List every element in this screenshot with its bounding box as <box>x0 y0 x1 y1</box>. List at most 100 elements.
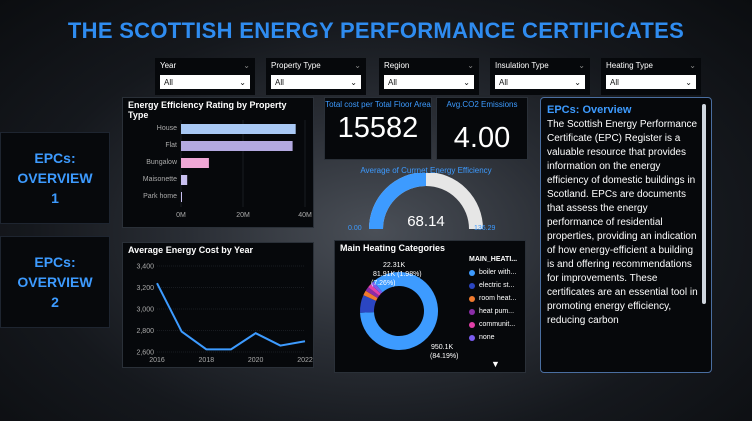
y-category-label: Flat <box>165 142 177 149</box>
legend-label: room heat... <box>479 295 517 302</box>
filter-insulation-type: Insulation Type ⌄ All ⌄ <box>490 58 590 95</box>
legend-label: heat pum... <box>479 308 515 315</box>
chevron-down-icon: ⌄ <box>685 77 692 87</box>
overview-title: EPCs: Overview <box>547 104 632 116</box>
chevron-down-icon: ⌄ <box>463 77 470 87</box>
total-cost-card: Total cost per Total Floor Area 15582 <box>324 97 432 160</box>
x-tick-label: 2022 <box>297 357 313 364</box>
cost-chart-title: Average Energy Cost by Year <box>128 245 254 255</box>
y-category-label: Park home <box>143 193 177 200</box>
overview-scrollbar[interactable] <box>702 104 706 304</box>
legend-dot <box>469 269 475 276</box>
legend-label: communit... <box>479 321 516 328</box>
filter-insulation-type-value: All <box>499 77 508 87</box>
chevron-down-icon: ⌄ <box>467 61 474 70</box>
legend-dot <box>469 295 475 302</box>
filter-region: Region ⌄ All ⌄ <box>379 58 479 95</box>
y-tick-label: 3,400 <box>136 264 154 271</box>
x-tick-label: 2016 <box>149 357 165 364</box>
filter-region-value: All <box>388 77 397 87</box>
filter-property-type-label: Property Type <box>271 61 321 70</box>
cost-line-chart: 3,400 3,200 3,000 2,800 2,6002016 2018 2020 202… <box>136 264 313 365</box>
nav-overview-2-label: EPCs: OVERVIEW 2 <box>17 254 93 310</box>
x-tick-label: 20M <box>236 212 250 219</box>
donut-slice <box>368 284 381 296</box>
filter-year-label: Year <box>160 61 177 70</box>
filter-year-value: All <box>164 77 173 87</box>
heating-legend: MAIN_HEATI... boiler with... electric st… <box>469 256 525 344</box>
overview-panel: EPCs: Overview The Scottish Energy Perfo… <box>540 97 712 373</box>
chevron-down-icon: ⌄ <box>689 61 696 70</box>
filter-year: Year ⌄ All ⌄ <box>155 58 255 95</box>
nav-overview-1[interactable]: EPCs: OVERVIEW 1 <box>0 132 110 224</box>
y-category-label: House <box>157 125 177 132</box>
heating-chart-title: Main Heating Categories <box>340 243 446 253</box>
y-tick-label: 3,200 <box>136 285 154 292</box>
heating-legend-title: MAIN_HEATI... <box>469 256 518 263</box>
chevron-down-icon: ⌄ <box>239 77 246 87</box>
legend-label: none <box>479 334 495 341</box>
y-tick-label: 3,000 <box>136 307 154 314</box>
y-tick-label: 2,600 <box>136 350 154 357</box>
rating-chart-panel[interactable]: Energy Efficiency Rating by Property Typ… <box>122 97 314 228</box>
legend-item[interactable]: electric st... <box>469 279 525 292</box>
bar <box>181 192 182 202</box>
bar <box>181 158 209 168</box>
total-cost-value: 15582 <box>337 112 419 144</box>
legend-dot <box>469 282 475 289</box>
donut-slice <box>360 295 377 313</box>
x-tick-label: 40M <box>298 212 312 219</box>
filter-property-type: Property Type ⌄ All ⌄ <box>266 58 366 95</box>
overview-text: The Scottish Energy Performance Certific… <box>547 119 698 326</box>
chevron-down-icon: ⌄ <box>243 61 250 70</box>
donut-slice <box>363 290 378 301</box>
gauge-min: 0.00 <box>348 225 362 232</box>
triangle-down-icon[interactable]: ▼ <box>491 359 500 369</box>
filter-property-type-select[interactable]: All ⌄ <box>271 75 361 89</box>
legend-item[interactable]: none <box>469 331 525 344</box>
gauge-panel[interactable]: Average of Currnet Energy Efficiency 68.… <box>324 163 528 235</box>
legend-item[interactable]: boiler with... <box>469 266 525 279</box>
series-line <box>156 282 306 351</box>
legend-dot <box>469 308 475 315</box>
bar <box>181 175 188 185</box>
x-tick-label: 0M <box>176 212 186 219</box>
co2-label: Avg.CO2 Emissions <box>446 100 518 109</box>
legend-item[interactable]: communit... <box>469 318 525 331</box>
bar <box>181 124 296 134</box>
legend-label: electric st... <box>479 282 515 289</box>
y-category-label: Bungalow <box>146 159 178 166</box>
x-tick-label: 2020 <box>248 357 264 364</box>
heating-label-big: 950.1K <box>431 344 454 351</box>
filter-heating-type: Heating Type ⌄ All ⌄ <box>601 58 701 95</box>
y-category-label: Maisonette <box>143 176 177 183</box>
page-title: THE SCOTTISH ENERGY PERFORMANCE CERTIFIC… <box>67 18 685 43</box>
filter-insulation-type-label: Insulation Type <box>495 61 549 70</box>
filter-region-label: Region <box>384 61 410 70</box>
heating-chart-panel[interactable]: Main Heating Categories 22.31K 81.91K (1… <box>334 240 526 373</box>
legend-item[interactable]: heat pum... <box>469 305 525 318</box>
legend-item[interactable]: room heat... <box>469 292 525 305</box>
chevron-down-icon: ⌄ <box>578 61 585 70</box>
total-cost-label: Total cost per Total Floor Area <box>325 100 431 109</box>
chevron-down-icon: ⌄ <box>354 61 361 70</box>
co2-value: 4.00 <box>453 122 511 154</box>
donut-slice <box>370 281 383 294</box>
gauge-value: 68.14 <box>407 213 445 230</box>
filter-property-type-value: All <box>275 77 284 87</box>
heating-label-big-pct: (84.19%) <box>430 353 459 360</box>
heating-label-l1: 81.91K (1.98%) <box>373 271 422 278</box>
filter-region-select[interactable]: All ⌄ <box>384 75 474 89</box>
filter-heating-type-select[interactable]: All ⌄ <box>606 75 696 89</box>
filter-year-select[interactable]: All ⌄ <box>160 75 250 89</box>
filter-heating-type-label: Heating Type <box>606 61 653 70</box>
bar <box>181 141 293 151</box>
legend-label: boiler with... <box>479 269 517 276</box>
rating-bar-chart: 0M 20M 40M House Flat Bungalow Maisonette Park … <box>143 120 312 219</box>
legend-dot <box>469 334 475 341</box>
filter-insulation-type-select[interactable]: All ⌄ <box>495 75 585 89</box>
nav-overview-2[interactable]: EPCs: OVERVIEW 2 <box>0 236 110 328</box>
x-tick-label: 2018 <box>199 357 215 364</box>
heating-label-l2: 22.31K <box>383 262 406 269</box>
cost-chart-panel[interactable]: Average Energy Cost by Year 3,400 3,200 3,… <box>122 242 314 368</box>
